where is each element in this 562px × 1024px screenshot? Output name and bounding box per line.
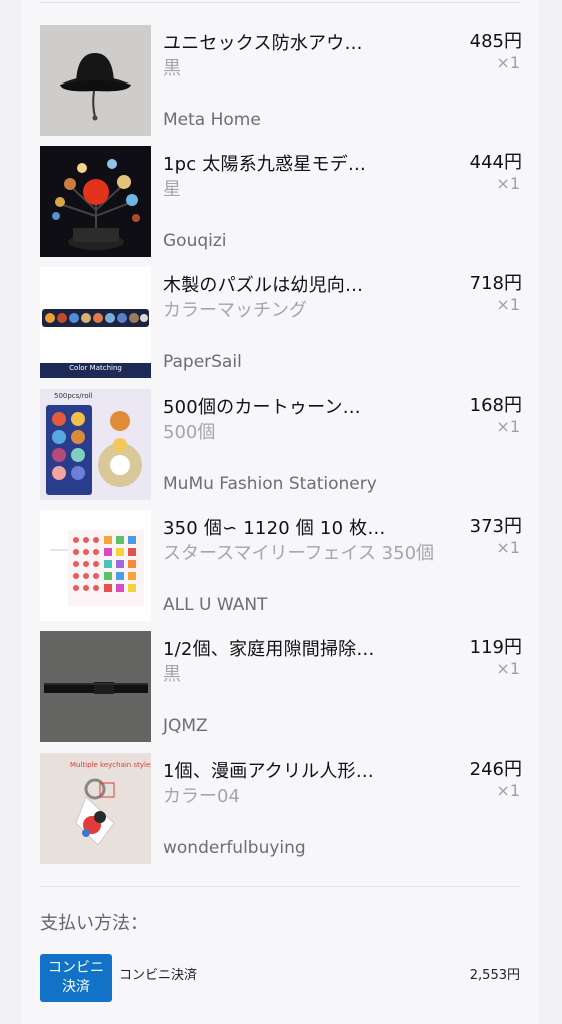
payment-method-label: 支払い方法：: [40, 913, 148, 934]
product-price: 373円: [469, 516, 522, 537]
product-quantity: ×1: [496, 174, 520, 193]
store-name[interactable]: JQMZ: [163, 716, 208, 736]
product-title[interactable]: 1個、漫画アクリル人形…: [163, 757, 374, 783]
order-item[interactable]: ユニセックス防水アウ… 黒 485円 ×1 Meta Home: [40, 25, 524, 137]
store-name[interactable]: MuMu Fashion Stationery: [163, 474, 377, 494]
payment-amount: 2,553円: [469, 968, 520, 983]
image-caption: 500pcs/roll: [54, 392, 93, 400]
product-quantity: ×1: [496, 659, 520, 678]
store-name[interactable]: Gouqizi: [163, 231, 227, 251]
product-price: 119円: [469, 637, 522, 658]
product-price: 168円: [469, 395, 522, 416]
order-item[interactable]: 1/2個、家庭用隙間掃除… 黒 119円 ×1 JQMZ: [40, 631, 524, 743]
product-price: 444円: [469, 152, 522, 173]
order-item[interactable]: Color Matching 木製のパズルは幼児向… カラーマッチング 718円…: [40, 267, 524, 379]
image-caption: Color Matching: [69, 364, 122, 372]
product-price: 485円: [469, 31, 522, 52]
order-item[interactable]: 350 個∽ 1120 個 10 枚… スタースマイリーフェイス 350個 37…: [40, 510, 524, 622]
payment-method-name: コンビニ決済: [119, 968, 198, 983]
product-variant: 黒: [163, 664, 181, 685]
product-image[interactable]: 500pcs/roll: [40, 389, 151, 500]
product-variant: 黒: [163, 58, 181, 79]
product-variant: スタースマイリーフェイス 350個: [163, 543, 435, 564]
product-title[interactable]: 350 個∽ 1120 個 10 枚…: [163, 514, 386, 540]
product-price: 246円: [469, 759, 522, 780]
product-title[interactable]: ユニセックス防水アウ…: [163, 29, 363, 55]
product-image[interactable]: [40, 510, 151, 621]
product-quantity: ×1: [496, 538, 520, 557]
order-item[interactable]: 500pcs/roll 500個のカートゥーン… 500個 168円 ×1 Mu…: [40, 389, 524, 501]
product-quantity: ×1: [496, 417, 520, 436]
badge-line: コンビニ: [48, 960, 104, 976]
product-variant: 500個: [163, 422, 216, 443]
product-title[interactable]: 500個のカートゥーン…: [163, 393, 361, 419]
divider: [40, 886, 520, 887]
product-price: 718円: [469, 273, 522, 294]
product-image[interactable]: [40, 146, 151, 257]
store-name[interactable]: ALL U WANT: [163, 595, 267, 615]
product-title[interactable]: 1pc 太陽系九惑星モデ…: [163, 150, 366, 176]
image-caption: Multiple keychain styles random: [70, 761, 151, 769]
product-title[interactable]: 1/2個、家庭用隙間掃除…: [163, 635, 375, 661]
payment-method-badge: コンビニ 決済: [40, 954, 112, 1002]
product-variant: 星: [163, 179, 181, 200]
product-quantity: ×1: [496, 781, 520, 800]
badge-line: 決済: [62, 979, 90, 995]
product-image[interactable]: [40, 25, 151, 136]
store-name[interactable]: PaperSail: [163, 352, 242, 372]
order-item[interactable]: Multiple keychain styles random 1個、漫画アクリ…: [40, 753, 524, 865]
order-items-card: ユニセックス防水アウ… 黒 485円 ×1 Meta Home 1pc 太陽系九…: [22, 0, 538, 1024]
product-image[interactable]: [40, 631, 151, 742]
product-title[interactable]: 木製のパズルは幼児向…: [163, 271, 363, 297]
product-quantity: ×1: [496, 295, 520, 314]
product-image[interactable]: Color Matching: [40, 267, 151, 378]
product-variant: カラーマッチング: [163, 300, 307, 321]
store-name[interactable]: wonderfulbuying: [163, 838, 306, 858]
order-item[interactable]: 1pc 太陽系九惑星モデ… 星 444円 ×1 Gouqizi: [40, 146, 524, 258]
product-variant: カラー04: [163, 786, 240, 807]
store-name[interactable]: Meta Home: [163, 110, 261, 130]
product-image[interactable]: Multiple keychain styles random: [40, 753, 151, 864]
product-quantity: ×1: [496, 53, 520, 72]
divider: [40, 2, 520, 3]
